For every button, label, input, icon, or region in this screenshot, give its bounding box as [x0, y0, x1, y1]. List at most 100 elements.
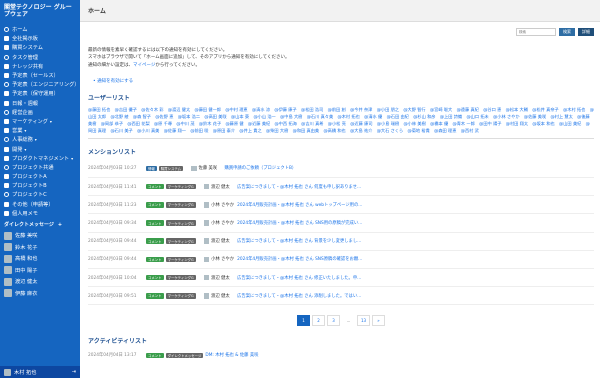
activity-row[interactable]: 2024年04月04日 13:17 コメント ダイレクトメッセージ DM: 木村 拓也…: [88, 349, 594, 361]
user-link[interactable]: @前田 咲: [190, 128, 208, 133]
mention-row[interactable]: 2024年04月03日 09:51 コメント マーケティングG 渡辺 健太 広告案につき…: [88, 287, 594, 306]
user-link[interactable]: @渡辺 健太: [168, 107, 190, 112]
user-link[interactable]: @村上 慧太: [551, 114, 573, 119]
search-input[interactable]: [516, 28, 556, 36]
user-link[interactable]: @宮崎 聡大: [430, 107, 452, 112]
user-link[interactable]: @谷口 恵: [483, 107, 501, 112]
user-link[interactable]: @伊藤 康子: [274, 107, 296, 112]
user-link[interactable]: @山口 拓未: [466, 114, 488, 119]
user-link[interactable]: @西田 花梨: [127, 121, 149, 126]
enable-notification-link[interactable]: 通知を有効にする: [97, 79, 133, 84]
page-button[interactable]: 13: [357, 315, 370, 327]
sidebar-item[interactable]: マーケティング ▾: [0, 117, 80, 126]
sidebar-item[interactable]: 営業 ▾: [0, 126, 80, 135]
user-link[interactable]: @村田 翔太: [506, 121, 528, 126]
chevron-down-icon[interactable]: ▾: [24, 147, 26, 152]
user-link[interactable]: @原田 泰介: [213, 128, 235, 133]
user-link[interactable]: @田中 陽子: [479, 121, 501, 126]
current-user-name[interactable]: 木村 拓也: [14, 369, 36, 376]
user-link[interactable]: @石川 美子: [110, 128, 132, 133]
mention-row[interactable]: 2024年04月03日 10:27 情報 購買システム 佐藤 美咲 購買申請のご依頼（プ…: [88, 160, 594, 179]
user-link[interactable]: @松本 大輔: [506, 107, 528, 112]
mention-message-link[interactable]: 広告案につきまして・@木村 拓也 さん 何度も申し訳ありませ...: [237, 184, 361, 190]
app-title[interactable]: 閣堂テクノロジー グループウェア: [0, 0, 80, 25]
sidebar-item[interactable]: 全社掲示板: [0, 34, 80, 43]
user-link[interactable]: @小山 浩一: [253, 114, 275, 119]
user-link[interactable]: @近藤 康司: [350, 121, 372, 126]
mention-row[interactable]: 2024年04月03日 09:44 コメント マーケティングG 小林 さやか 2024年…: [88, 251, 594, 270]
user-link[interactable]: @中西 拓海: [275, 121, 297, 126]
user-link[interactable]: @西村 武: [461, 128, 479, 133]
mention-message-link[interactable]: 2024年4月販売計画・@木村 拓也 さん webトップページ用の...: [237, 202, 362, 208]
mypage-link[interactable]: マイページ: [133, 63, 155, 68]
user-link[interactable]: @菊地 裕貴: [408, 128, 430, 133]
user-link[interactable]: @今井 奈津: [350, 107, 372, 112]
user-link[interactable]: @坂本 和也: [532, 121, 554, 126]
user-link[interactable]: @佐藤 美咲: [524, 114, 546, 119]
user-link[interactable]: @松井 真奈子: [532, 107, 558, 112]
user-link[interactable]: @大石 さくら: [377, 128, 403, 133]
user-link[interactable]: @石田 由紀: [387, 114, 409, 119]
activity-message-link[interactable]: DM: 木村 拓也 & 佐藤 美咲: [205, 352, 258, 358]
search-button[interactable]: 検索: [559, 28, 575, 36]
user-link[interactable]: @藤田 健一郎: [195, 107, 221, 112]
sidebar-item[interactable]: プロジェクトA: [0, 172, 80, 181]
logout-icon[interactable]: ⇥: [72, 369, 76, 375]
sidebar-item[interactable]: プロジェクト共通: [0, 163, 80, 172]
sidebar-item[interactable]: プロダクトマネジメント ▾: [0, 154, 80, 163]
user-link[interactable]: @岡部 恭子: [101, 121, 123, 126]
user-link[interactable]: @木村 拓也: [338, 114, 360, 119]
sidebar-item[interactable]: 経営企画: [0, 108, 80, 117]
user-link[interactable]: @清水 涼: [252, 107, 270, 112]
chevron-down-icon[interactable]: ▾: [24, 128, 26, 133]
sidebar-item[interactable]: タスク管理: [0, 53, 80, 62]
dm-item[interactable]: 鈴木 花子: [0, 241, 80, 253]
sidebar-item[interactable]: プロジェクトB: [0, 181, 80, 190]
user-link[interactable]: @佐野 恵: [155, 114, 173, 119]
user-link[interactable]: @柴田 大樹: [266, 128, 288, 133]
user-link[interactable]: @大島 祐介: [350, 128, 372, 133]
user-link[interactable]: @森田 理恵: [434, 128, 456, 133]
user-link[interactable]: @吉川 真希: [301, 121, 323, 126]
user-link[interactable]: @藤田 拓也: [88, 107, 110, 112]
page-button[interactable]: 3: [327, 315, 340, 327]
sidebar-item[interactable]: 予定表（セールス）: [0, 71, 80, 80]
chevron-down-icon[interactable]: ▾: [71, 156, 73, 161]
chevron-down-icon[interactable]: ▾: [35, 137, 37, 142]
dm-item[interactable]: 高橋 和也: [0, 253, 80, 265]
user-link[interactable]: @中島 大樹: [280, 114, 302, 119]
mention-row[interactable]: 2024年04月03日 09:44 コメント マーケティングG 渡辺 健太 広告案につき…: [88, 233, 594, 251]
user-link[interactable]: @近藤 美紀: [248, 121, 270, 126]
detail-search-button[interactable]: 詳細: [578, 28, 594, 36]
sidebar-item[interactable]: 個人用メモ: [0, 209, 80, 218]
mention-message-link[interactable]: 購買申請のご依頼（プロジェクトB）: [225, 165, 297, 171]
user-link[interactable]: @清水 優: [364, 114, 382, 119]
sidebar-item[interactable]: ホーム: [0, 25, 80, 34]
user-link[interactable]: @山本 葵: [231, 114, 249, 119]
user-link[interactable]: @鈴木 花子: [199, 121, 221, 126]
user-link[interactable]: @山田 美紀: [559, 121, 581, 126]
dm-item[interactable]: 渡辺 健太: [0, 276, 80, 288]
user-link[interactable]: @小島 瑞樹: [377, 121, 399, 126]
user-link[interactable]: @吉田 優子: [115, 107, 137, 112]
user-link[interactable]: @小林 さやか: [493, 114, 519, 119]
page-button[interactable]: »: [372, 315, 385, 327]
user-link[interactable]: @和田 真由美: [293, 128, 319, 133]
dm-item[interactable]: 佐藤 美咲: [0, 230, 80, 242]
sidebar-item[interactable]: その他（申請等）: [0, 200, 80, 209]
sidebar-item[interactable]: 開発 ▾: [0, 144, 80, 153]
user-link[interactable]: @原 千尋: [154, 121, 172, 126]
user-link[interactable]: @佐藤 翔一: [164, 128, 186, 133]
mention-row[interactable]: 2024年04月03日 11:41 コメント マーケティングG 渡辺 健太 広告案につき…: [88, 178, 594, 197]
mention-row[interactable]: 2024年04月03日 09:34 コメント マーケティングG 小林 さやか 2024年…: [88, 214, 594, 233]
sidebar-item[interactable]: ナレッジ共有: [0, 62, 80, 71]
user-link[interactable]: @井上 貴之: [239, 128, 261, 133]
user-link[interactable]: @石川 真々美: [307, 114, 333, 119]
user-link[interactable]: @小川 真美: [137, 128, 159, 133]
user-link[interactable]: @北野 綾: [110, 114, 128, 119]
mention-row[interactable]: 2024年04月03日 11:23 コメント マーケティングG 小林 さやか 2024年…: [88, 196, 594, 215]
user-link[interactable]: @小林 美樹: [403, 121, 425, 126]
user-link[interactable]: @遠藤 真紀: [457, 107, 479, 112]
sidebar-item[interactable]: プロジェクトC: [0, 190, 80, 199]
user-link[interactable]: @森 智子: [133, 114, 151, 119]
